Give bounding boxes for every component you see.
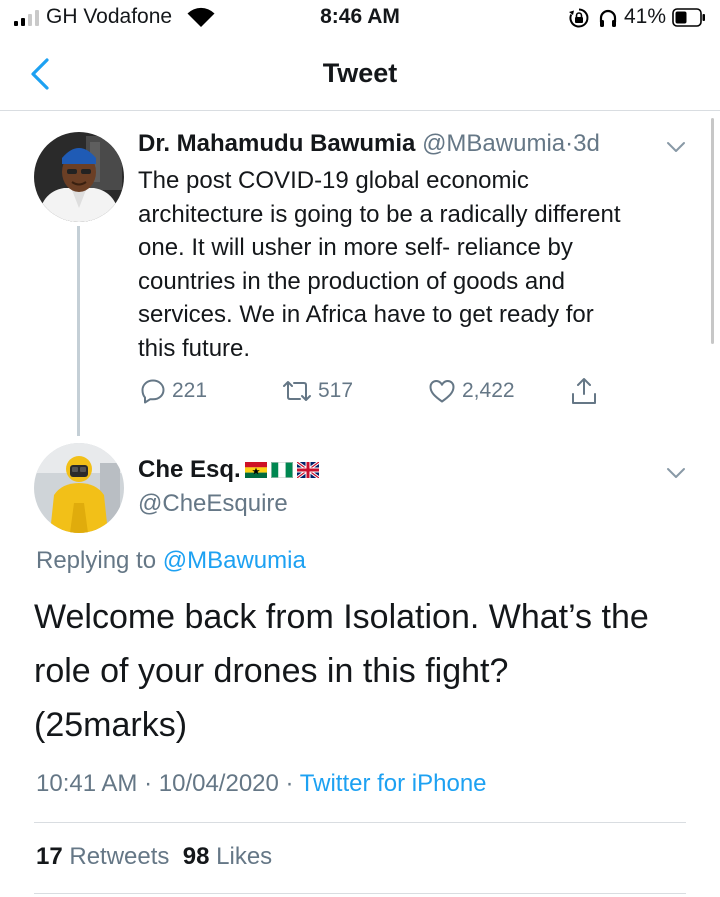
tweet-header: Dr. Mahamudu Bawumia @MBawumia·3d bbox=[138, 130, 600, 158]
meta-dot: · bbox=[144, 770, 153, 797]
tweet-date: 10/04/2020 bbox=[158, 770, 279, 797]
retweet-button[interactable]: 517 bbox=[282, 376, 353, 406]
engagement-stats: 17 Retweets 98 Likes bbox=[36, 843, 272, 871]
avatar-cheesquire[interactable] bbox=[34, 443, 124, 533]
reply-author-name-row: Che Esq. bbox=[138, 456, 319, 484]
tweet-text: The post COVID-19 global economic archit… bbox=[138, 167, 621, 362]
likes-stat-label: Likes bbox=[216, 843, 273, 870]
ghana-flag-icon bbox=[244, 462, 267, 478]
status-bar: GH Vodafone 8:46 AM 41% bbox=[0, 0, 720, 36]
like-count: 2,422 bbox=[462, 379, 515, 402]
retweet-count: 517 bbox=[318, 379, 354, 402]
page-title: Tweet bbox=[322, 58, 398, 88]
battery-icon bbox=[672, 8, 705, 27]
uk-flag-icon bbox=[296, 462, 319, 478]
reply-button[interactable]: 221 bbox=[140, 376, 207, 406]
heart-icon bbox=[429, 380, 455, 403]
reply-icon bbox=[141, 379, 165, 404]
battery-percentage: 41% bbox=[624, 5, 667, 28]
avatar-bawumia[interactable] bbox=[34, 132, 124, 222]
tweet-separator: · bbox=[565, 130, 574, 157]
share-icon bbox=[572, 378, 596, 404]
divider bbox=[34, 822, 686, 823]
scrollbar-thumb[interactable] bbox=[711, 118, 714, 344]
tweet-source-link[interactable]: Twitter for iPhone bbox=[300, 770, 487, 797]
reply-tweet-text: Welcome back from Isolation. What’s the … bbox=[34, 598, 649, 744]
meta-dot: · bbox=[285, 770, 294, 797]
replying-to-mention[interactable]: @MBawumia bbox=[163, 547, 306, 574]
replying-to-line: Replying to @MBawumia bbox=[36, 547, 306, 575]
author-handle[interactable]: @MBawumia bbox=[422, 130, 565, 157]
orientation-lock-icon bbox=[569, 8, 589, 28]
chevron-down-icon[interactable] bbox=[666, 466, 686, 480]
retweets-stat[interactable]: 17 Retweets bbox=[36, 843, 169, 870]
like-button[interactable]: 2,422 bbox=[428, 376, 515, 406]
tweet-age: 3d bbox=[573, 130, 600, 157]
retweets-stat-label: Retweets bbox=[69, 843, 170, 870]
tweet-metadata: 10:41 AM · 10/04/2020 · Twitter for iPho… bbox=[36, 770, 487, 798]
likes-stat-count: 98 bbox=[182, 843, 210, 870]
reply-author-handle[interactable]: @CheEsquire bbox=[138, 490, 288, 518]
headphones-icon bbox=[599, 9, 617, 27]
share-button[interactable] bbox=[570, 376, 598, 406]
tweet-time: 10:41 AM bbox=[36, 770, 138, 797]
nav-divider bbox=[0, 110, 720, 111]
nigeria-flag-icon bbox=[270, 462, 293, 478]
divider bbox=[34, 893, 686, 894]
chevron-down-icon[interactable] bbox=[666, 140, 686, 154]
likes-stat[interactable]: 98 Likes bbox=[183, 843, 272, 870]
replying-to-label: Replying to bbox=[36, 547, 157, 574]
thread-connector-line bbox=[77, 226, 80, 436]
reply-author-name[interactable]: Che Esq. bbox=[138, 456, 241, 484]
retweets-stat-count: 17 bbox=[36, 843, 63, 870]
retweet-icon bbox=[283, 381, 311, 401]
author-name[interactable]: Dr. Mahamudu Bawumia bbox=[138, 130, 415, 157]
reply-count: 221 bbox=[172, 379, 208, 402]
